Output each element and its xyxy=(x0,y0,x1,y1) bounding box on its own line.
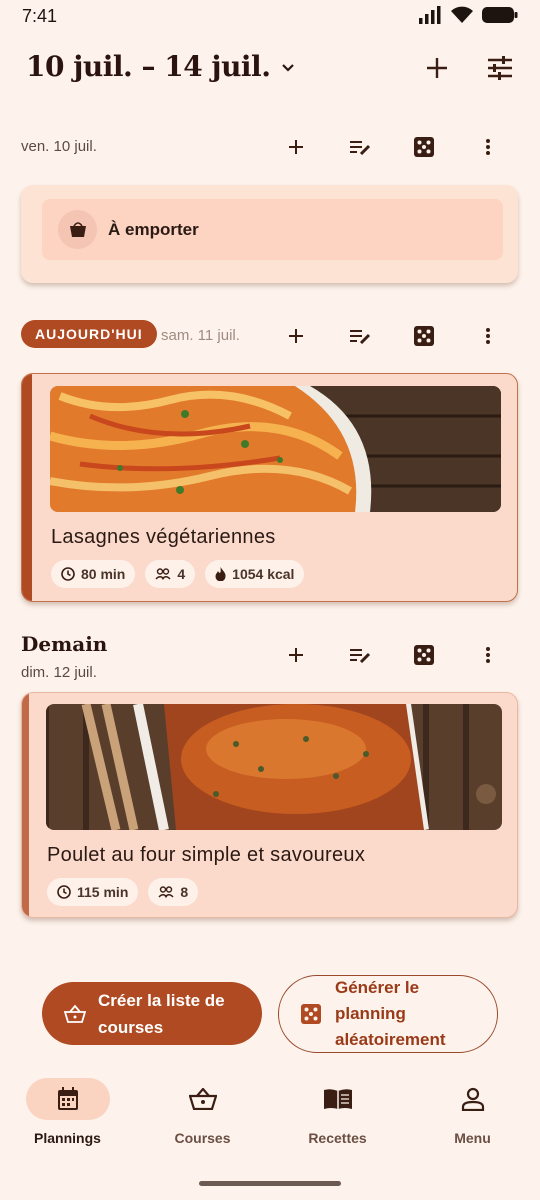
people-icon xyxy=(158,886,174,898)
more-vert-icon xyxy=(486,647,490,663)
people-icon xyxy=(155,568,171,580)
clock-icon xyxy=(57,885,71,899)
day-label: dim. 12 juil. xyxy=(21,664,97,681)
calories-value: 1054 kcal xyxy=(232,566,295,582)
plus-icon xyxy=(289,140,303,154)
wifi-icon xyxy=(451,6,473,23)
day-row-saturday: AUJOURD'HUI sam. 11 juil. xyxy=(0,316,540,356)
book-icon xyxy=(323,1089,352,1109)
status-icons xyxy=(418,6,518,24)
recipe-image xyxy=(50,386,501,512)
nav-item-menu[interactable]: Menu xyxy=(405,1078,540,1146)
more-button[interactable] xyxy=(468,316,508,356)
card-title: Poulet au four simple et savoureux xyxy=(47,844,366,866)
takeaway-icon xyxy=(58,210,97,249)
nav-label: Courses xyxy=(174,1130,231,1146)
tune-icon xyxy=(488,56,512,80)
person-icon xyxy=(461,1087,484,1111)
duration-pill: 115 min xyxy=(47,878,139,906)
date-range-selector[interactable]: 10 juil. – 14 juil. xyxy=(26,50,296,83)
edit-note-icon xyxy=(350,649,371,663)
signal-icon xyxy=(419,6,441,24)
day-label: ven. 10 juil. xyxy=(21,138,97,155)
duration-value: 80 min xyxy=(81,566,126,582)
duration-pill: 80 min xyxy=(51,560,136,588)
nav-item-recettes[interactable]: Recettes xyxy=(270,1078,405,1146)
plus-icon xyxy=(289,329,303,343)
plus-icon xyxy=(427,58,447,78)
flame-icon xyxy=(215,567,226,581)
plus-icon xyxy=(289,648,303,662)
add-meal-button[interactable] xyxy=(276,127,316,167)
filter-button[interactable] xyxy=(480,48,520,88)
recipe-card-chicken[interactable]: Poulet au four simple et savoureux 115 m… xyxy=(21,692,518,918)
basket-icon xyxy=(188,1088,217,1110)
day-heading: Demain xyxy=(21,632,108,656)
random-meal-button[interactable] xyxy=(404,635,444,675)
clock-icon xyxy=(61,567,75,581)
nav-item-plannings[interactable]: Plannings xyxy=(0,1078,135,1146)
card-title: Lasagnes végétariennes xyxy=(51,526,276,548)
servings-value: 8 xyxy=(180,884,189,900)
edit-note-icon xyxy=(350,330,371,344)
nav-item-courses[interactable]: Courses xyxy=(135,1078,270,1146)
add-meal-button[interactable] xyxy=(276,635,316,675)
edit-list-button[interactable] xyxy=(340,635,380,675)
random-meal-button[interactable] xyxy=(404,316,444,356)
more-button[interactable] xyxy=(468,635,508,675)
calendar-icon xyxy=(57,1087,78,1110)
edit-list-button[interactable] xyxy=(340,127,380,167)
takeaway-card[interactable]: À emporter xyxy=(21,185,518,283)
home-indicator[interactable] xyxy=(199,1181,341,1186)
today-badge: AUJOURD'HUI xyxy=(21,320,157,348)
day-row-friday: ven. 10 juil. xyxy=(0,127,540,167)
more-vert-icon xyxy=(486,139,490,155)
dice-icon xyxy=(414,326,434,346)
status-time: 7:41 xyxy=(22,6,58,26)
edit-list-button[interactable] xyxy=(340,316,380,356)
card-title: À emporter xyxy=(108,220,199,239)
random-meal-button[interactable] xyxy=(404,127,444,167)
nav-label: Plannings xyxy=(34,1130,101,1146)
servings-pill: 8 xyxy=(148,878,199,906)
dice-icon xyxy=(414,137,434,157)
servings-pill: 4 xyxy=(145,560,196,588)
more-vert-icon xyxy=(486,328,490,344)
create-shopping-list-label: Créer la liste de courses xyxy=(98,990,225,1037)
generate-random-planning-button[interactable]: Générer le planning aléatoirement xyxy=(278,975,498,1053)
servings-value: 4 xyxy=(177,566,186,582)
generate-random-planning-label: Générer le planning aléatoirement xyxy=(335,978,446,1049)
recipe-card-lasagne[interactable]: Lasagnes végétariennes 80 min 4 1054 kca… xyxy=(21,373,518,602)
recipe-image xyxy=(46,704,502,830)
battery-icon xyxy=(482,7,518,23)
nav-label: Menu xyxy=(454,1130,491,1146)
add-button[interactable] xyxy=(417,48,457,88)
dice-icon xyxy=(301,1004,321,1024)
more-button[interactable] xyxy=(468,127,508,167)
duration-value: 115 min xyxy=(77,884,129,900)
dice-icon xyxy=(414,645,434,665)
create-shopping-list-button[interactable]: Créer la liste de courses xyxy=(42,982,262,1045)
edit-note-icon xyxy=(350,141,371,155)
basket-icon xyxy=(64,1004,86,1023)
page-title: 10 juil. – 14 juil. xyxy=(26,50,271,83)
day-label: sam. 11 juil. xyxy=(161,327,240,344)
add-meal-button[interactable] xyxy=(276,316,316,356)
nav-label: Recettes xyxy=(308,1130,367,1146)
day-row-sunday: Demain dim. 12 juil. xyxy=(0,630,540,690)
calories-pill: 1054 kcal xyxy=(205,560,305,588)
chevron-down-icon xyxy=(282,63,295,72)
